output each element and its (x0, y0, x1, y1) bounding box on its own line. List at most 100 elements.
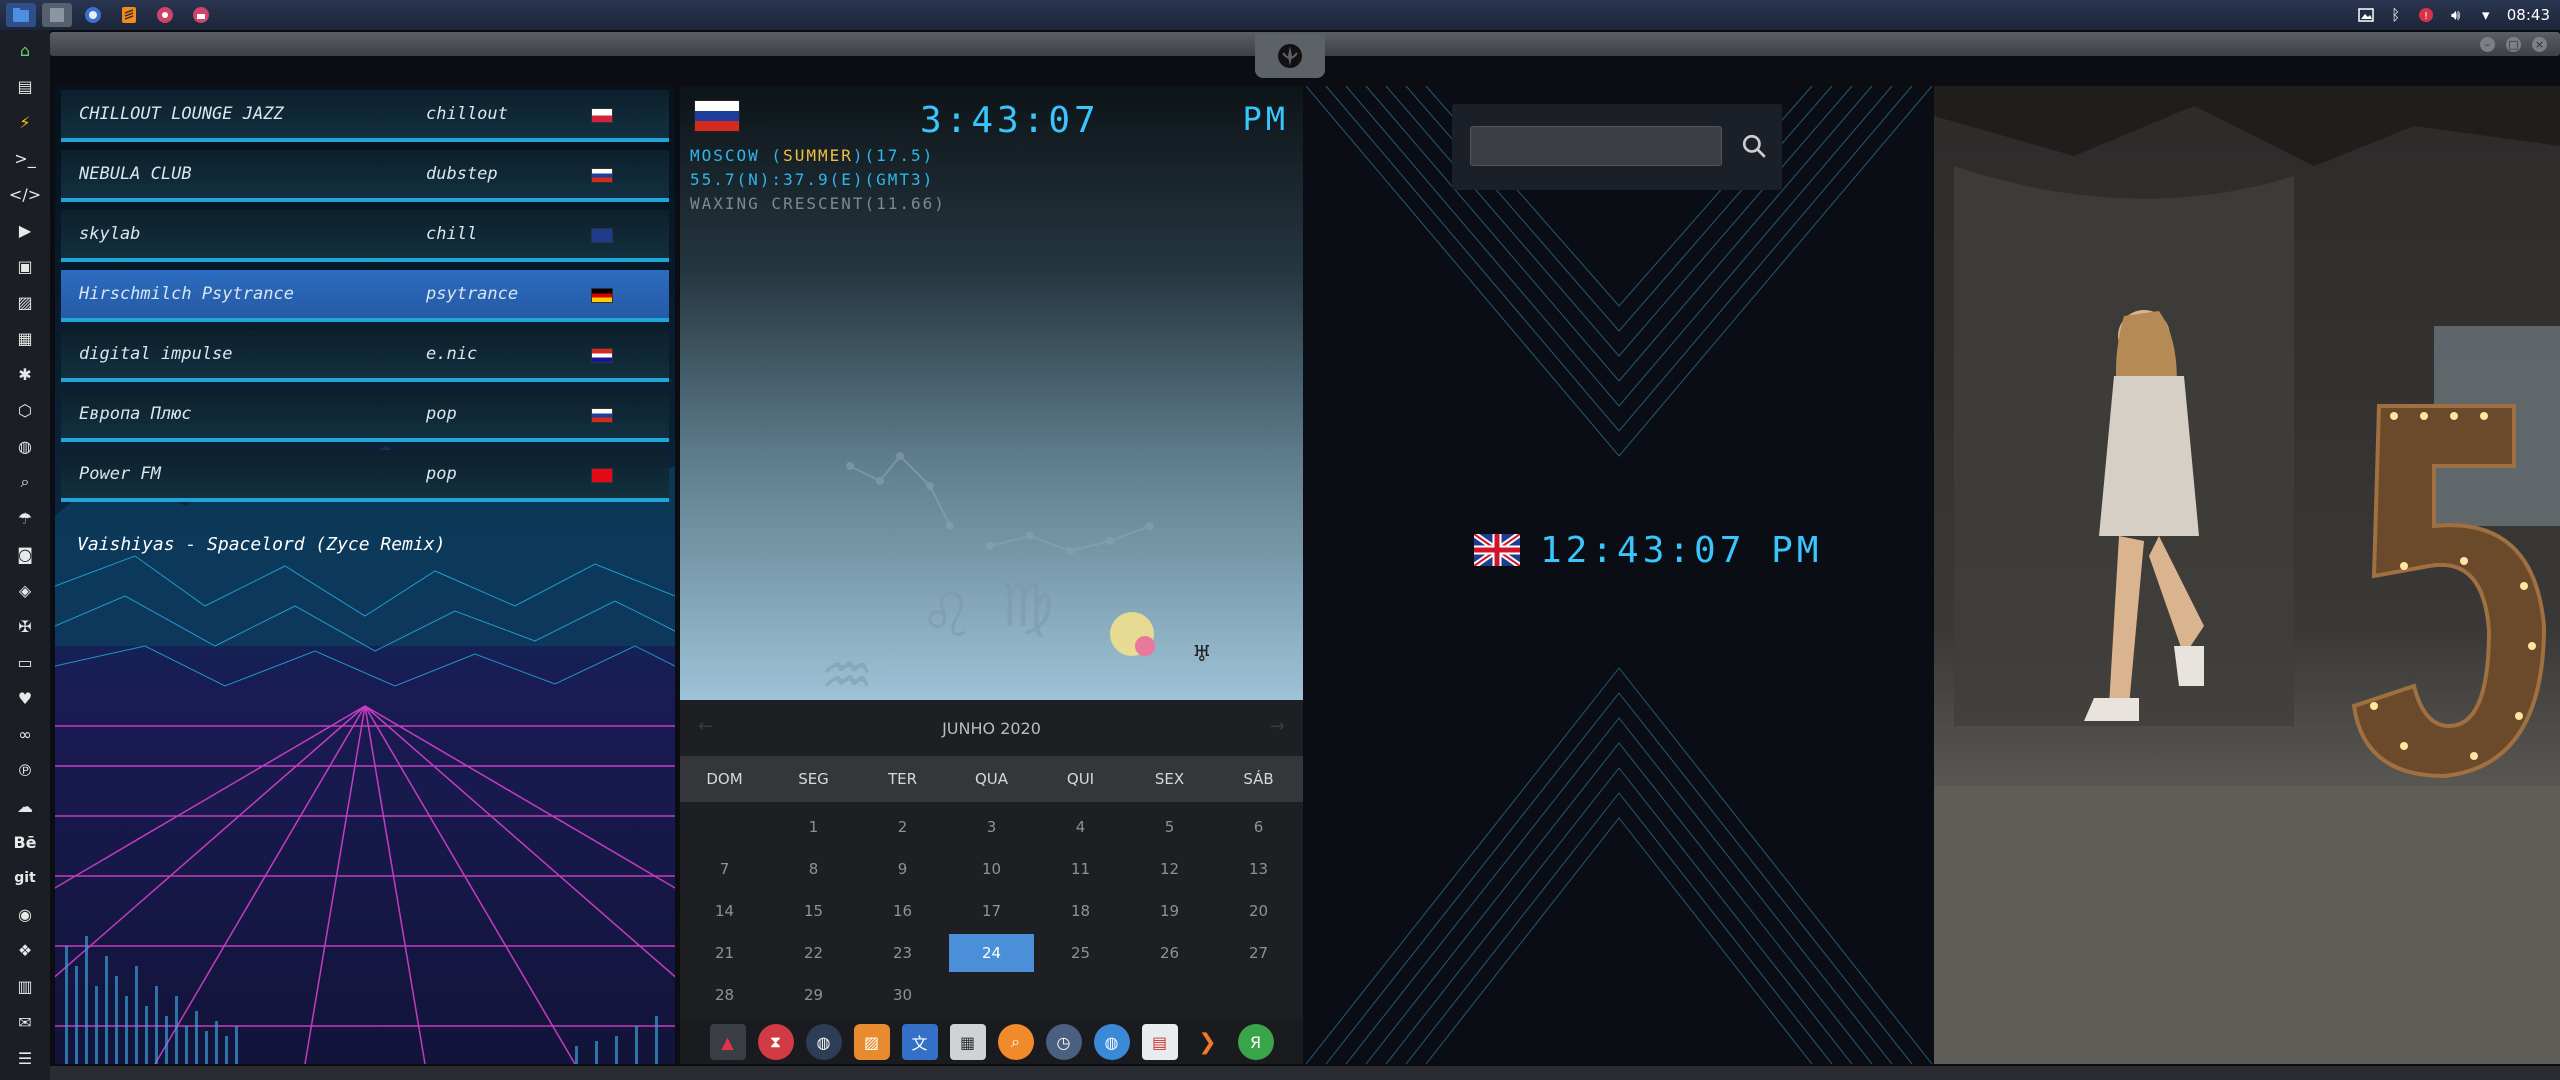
arrow-up-icon[interactable]: ▲ (709, 1024, 746, 1060)
calendar-day[interactable]: 11 (1036, 848, 1125, 890)
globe-icon[interactable]: ◍ (1093, 1024, 1130, 1060)
window-icon[interactable] (42, 3, 72, 27)
behance-icon[interactable]: Bē (13, 830, 37, 854)
update-icon[interactable]: ! (2417, 6, 2435, 24)
search-icon[interactable]: ⌕ (13, 470, 37, 494)
station-genre: chillout (426, 104, 508, 124)
calendar-day[interactable]: 12 (1125, 848, 1214, 890)
calendar-day[interactable]: 26 (1125, 932, 1214, 974)
calendar-day[interactable]: 23 (858, 932, 947, 974)
home-icon[interactable]: ⌂ (13, 38, 37, 62)
play-icon[interactable]: ▶ (13, 218, 37, 242)
youtube-icon[interactable]: ▭ (13, 650, 37, 674)
radio-icon[interactable] (150, 3, 180, 27)
calendar-day[interactable]: 3 (947, 806, 1036, 848)
calendar-day[interactable]: 28 (680, 974, 769, 1016)
search-icon[interactable] (1734, 126, 1774, 166)
tray-clock[interactable]: 08:43 (2507, 6, 2550, 24)
search-input[interactable] (1470, 126, 1722, 166)
yandex-icon[interactable]: Я (1237, 1024, 1274, 1060)
calendar-day[interactable]: 1 (769, 806, 858, 848)
calendar-day[interactable]: 18 (1036, 890, 1125, 932)
calendar-app-icon[interactable]: ▦ (949, 1024, 986, 1060)
browser-icon[interactable] (78, 3, 108, 27)
cloud-icon[interactable]: ☁ (13, 794, 37, 818)
station-row[interactable]: CHILLOUT LOUNGE JAZZ chillout (61, 90, 669, 142)
next-month-button[interactable]: → (1270, 716, 1285, 737)
hourglass-icon[interactable]: ⧗ (757, 1024, 794, 1060)
document-icon[interactable]: ▤ (13, 74, 37, 98)
calendar-widget: ← JUNHO 2020 → DOM SEG TER QUA QUI SEX S… (680, 700, 1303, 1020)
files-icon[interactable] (6, 3, 36, 27)
mail-icon[interactable]: ✉ (13, 1010, 37, 1034)
calendar-day[interactable]: 22 (769, 932, 858, 974)
map-icon[interactable]: ▥ (13, 974, 37, 998)
maximize-button[interactable]: □ (2506, 37, 2521, 52)
lightning-icon[interactable]: ⚡︎ (13, 110, 37, 134)
calendar-day[interactable]: 21 (680, 932, 769, 974)
station-row[interactable]: Power FM pop (61, 450, 669, 502)
calendar-day[interactable]: 9 (858, 848, 947, 890)
sublime-icon[interactable] (114, 3, 144, 27)
station-row[interactable]: NEBULA CLUB dubstep (61, 150, 669, 202)
station-row[interactable]: skylab chill (61, 210, 669, 262)
calendar-day[interactable]: 17 (947, 890, 1036, 932)
station-row[interactable]: Европа Плюс pop (61, 390, 669, 442)
calendar-day[interactable]: 29 (769, 974, 858, 1016)
minimize-button[interactable]: – (2480, 37, 2495, 52)
calendar-day[interactable]: 27 (1214, 932, 1303, 974)
contacts-icon[interactable]: ◙ (13, 542, 37, 566)
chevron-right-icon[interactable]: ❯ (1190, 1024, 1226, 1060)
heart-icon[interactable]: ♥ (13, 686, 37, 710)
calendar-day[interactable]: 2 (858, 806, 947, 848)
github-icon[interactable]: ◉ (13, 902, 37, 926)
rebel-alliance-icon[interactable] (1255, 34, 1325, 78)
close-button[interactable]: × (2532, 37, 2547, 52)
calendar-day[interactable]: 30 (858, 974, 947, 1016)
calendar-day[interactable]: 4 (1036, 806, 1125, 848)
calendar-day[interactable]: 10 (947, 848, 1036, 890)
terminal-icon[interactable]: >_ (13, 146, 37, 170)
wifi-icon[interactable]: ▾ (2477, 6, 2495, 24)
calendar-day-today[interactable]: 24 (949, 934, 1034, 972)
server-icon[interactable]: ☰ (13, 1046, 37, 1070)
umbrella-icon[interactable]: ☂ (13, 506, 37, 530)
dropbox-icon[interactable]: ❖ (13, 938, 37, 962)
tools-icon[interactable]: ✠ (13, 614, 37, 638)
calendar-day[interactable]: 14 (680, 890, 769, 932)
prev-month-button[interactable]: ← (698, 716, 713, 737)
image-icon[interactable]: ▨ (13, 290, 37, 314)
calendar-day[interactable]: 16 (858, 890, 947, 932)
tag-icon[interactable]: ◈ (13, 578, 37, 602)
video-icon[interactable]: ▣ (13, 254, 37, 278)
volume-icon[interactable]: 🔊︎ (2447, 6, 2465, 24)
calendar-day[interactable]: 15 (769, 890, 858, 932)
calendar-day[interactable]: 25 (1036, 932, 1125, 974)
search-app-icon[interactable]: ⌕ (997, 1024, 1034, 1060)
planner-icon[interactable]: ▤ (1141, 1024, 1178, 1060)
calendar-day[interactable]: 5 (1125, 806, 1214, 848)
calendar-day[interactable]: 19 (1125, 890, 1214, 932)
image-viewer-icon[interactable]: ▨ (853, 1024, 890, 1060)
globe-icon[interactable]: ◍ (13, 434, 37, 458)
calendar-day[interactable]: 20 (1214, 890, 1303, 932)
station-row-active[interactable]: Hirschmilch Psytrance psytrance (61, 270, 669, 322)
translate-icon[interactable]: 文 (901, 1024, 938, 1060)
screenshot-icon[interactable] (2357, 6, 2375, 24)
radio-tray-icon[interactable] (186, 3, 216, 27)
station-row[interactable]: digital impulse e.nic (61, 330, 669, 382)
calendar-day[interactable]: 6 (1214, 806, 1303, 848)
calendar-day[interactable]: 7 (680, 848, 769, 890)
clock-icon[interactable]: ◷ (1045, 1024, 1082, 1060)
pinterest-icon[interactable]: ℗ (13, 758, 37, 782)
bluetooth-icon[interactable]: ᛒ (2387, 6, 2405, 24)
code-icon[interactable]: </> (9, 182, 41, 206)
calendar-day[interactable]: 8 (769, 848, 858, 890)
calendar-day[interactable]: 13 (1214, 848, 1303, 890)
git-icon[interactable]: git (13, 866, 37, 890)
earth-icon[interactable]: ◍ (805, 1024, 842, 1060)
link-icon[interactable]: ∞ (13, 722, 37, 746)
settings-icon[interactable]: ✱ (13, 362, 37, 386)
news-icon[interactable]: ▦ (13, 326, 37, 350)
hexagon-icon[interactable]: ⬡ (13, 398, 37, 422)
